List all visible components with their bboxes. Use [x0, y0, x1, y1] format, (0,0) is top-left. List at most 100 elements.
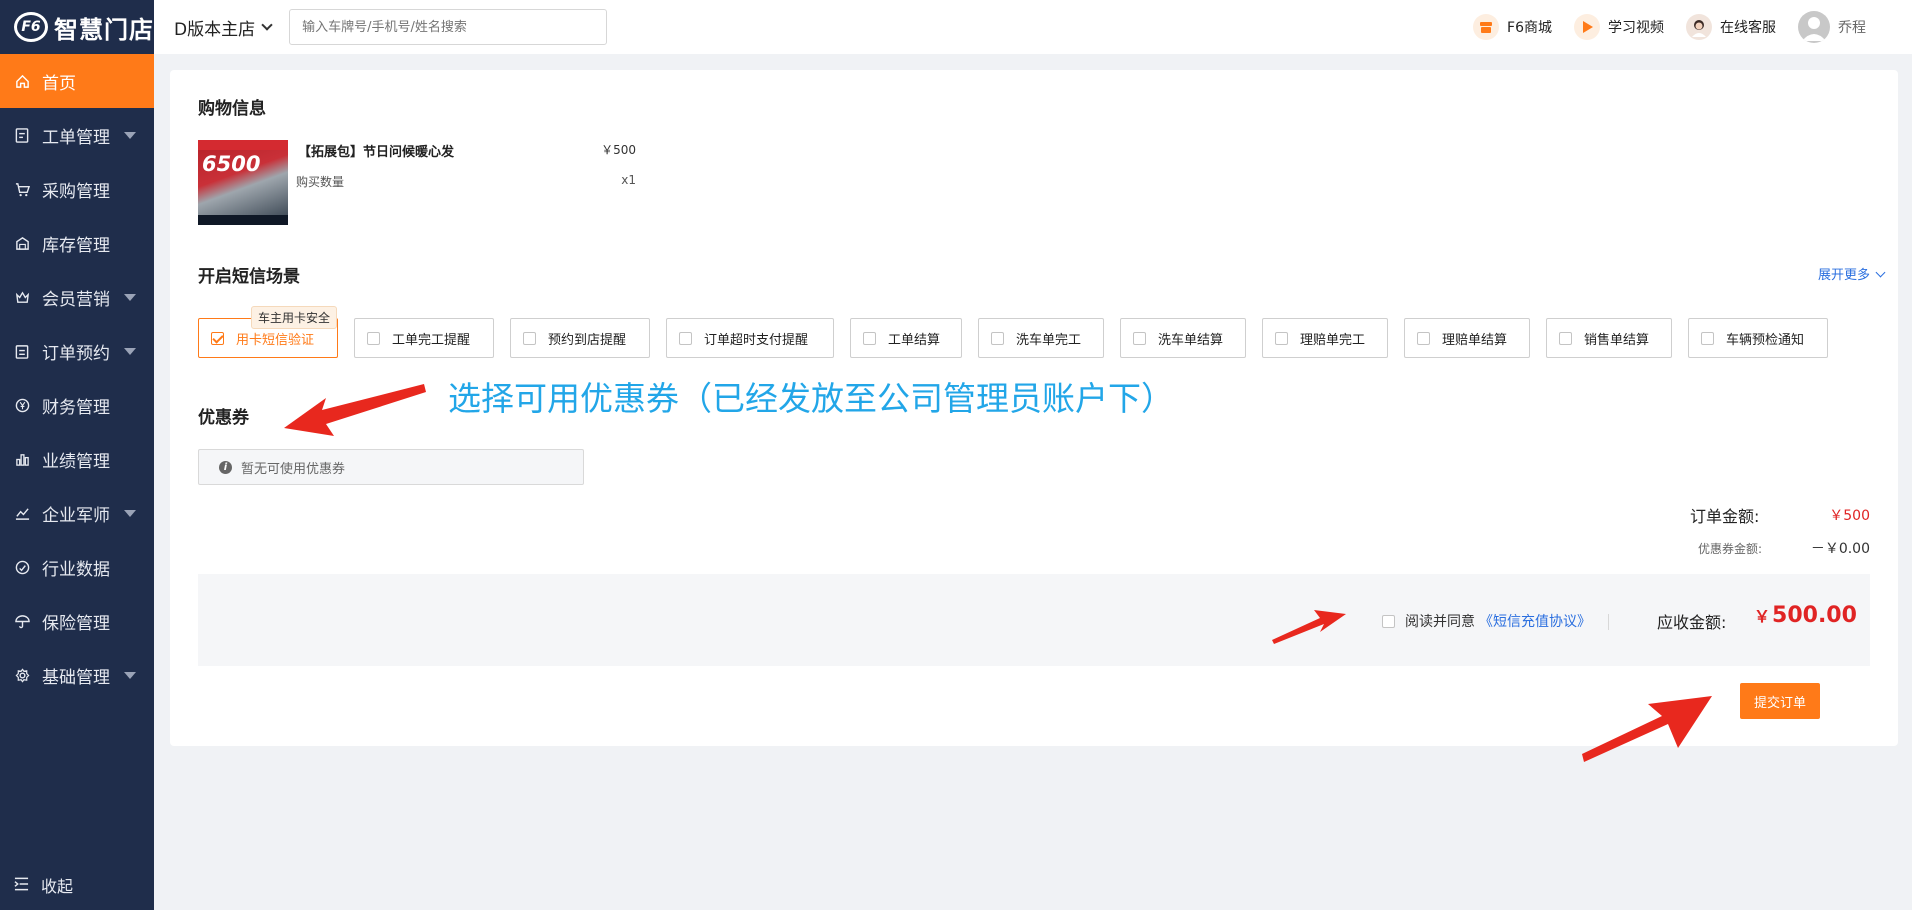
- sidebar-item-insurance[interactable]: 保险管理: [0, 594, 154, 648]
- sms-scene-sales-settle[interactable]: 销售单结算: [1546, 318, 1672, 358]
- scene-label: 工单完工提醒: [392, 332, 471, 348]
- top-right-actions: F6商城 学习视频 在线客服 乔程: [1451, 0, 1912, 54]
- checkbox-icon: [523, 331, 536, 345]
- coupon-empty-text: 暂无可使用优惠券: [241, 461, 346, 477]
- video-link[interactable]: 学习视频: [1574, 14, 1664, 40]
- calendar-icon: [14, 343, 30, 359]
- sidebar-item-booking[interactable]: 订单预约: [0, 324, 154, 378]
- sms-scene-payment-timeout[interactable]: 订单超时支付提醒: [666, 318, 834, 358]
- sidebar-menu: 首页 工单管理 采购管理 库存管理 会员营销 订单预约 财务管理 业绩管理 企业…: [0, 54, 154, 702]
- quantity-value: x1: [621, 173, 636, 187]
- mall-label: F6商城: [1507, 20, 1552, 36]
- order-card: 购物信息 6500 【拓展包】节日问候暖心发 ￥500 购买数量 x1 开启短信…: [170, 70, 1898, 746]
- expand-more-link[interactable]: 展开更多: [1818, 264, 1898, 283]
- sms-title: 开启短信场景: [198, 267, 300, 287]
- sidebar-item-label: 工单管理: [42, 127, 110, 148]
- scene-label: 销售单结算: [1584, 332, 1650, 348]
- sms-scene-card-verify[interactable]: 车主用卡安全 用卡短信验证: [198, 306, 338, 358]
- trend-icon: [14, 505, 30, 521]
- order-amount-label: 订单金额:: [1690, 507, 1760, 526]
- sms-scene-booking-reminder[interactable]: 预约到店提醒: [510, 318, 650, 358]
- avatar-icon: [1798, 11, 1830, 43]
- umbrella-icon: [14, 613, 30, 629]
- chevron-down-icon: [1875, 267, 1886, 278]
- clipboard-icon: [14, 127, 30, 143]
- sms-scene-claim-settle[interactable]: 理赔单结算: [1404, 318, 1530, 358]
- sidebar-item-membership[interactable]: 会员营销: [0, 270, 154, 324]
- sms-scene-precheck[interactable]: 车辆预检通知: [1688, 318, 1828, 358]
- caret-down-icon: [124, 672, 136, 679]
- sidebar-item-workorder[interactable]: 工单管理: [0, 108, 154, 162]
- yen-icon: [14, 397, 30, 413]
- sidebar-item-home[interactable]: 首页: [0, 54, 154, 108]
- scene-label: 车辆预检通知: [1726, 332, 1805, 348]
- checkbox-icon: [1417, 331, 1430, 345]
- sidebar-item-advisor[interactable]: 企业军师: [0, 486, 154, 540]
- sidebar-item-label: 会员营销: [42, 289, 110, 310]
- store-switcher[interactable]: D版本主店: [174, 15, 273, 40]
- checkbox-icon: [1382, 614, 1395, 628]
- checkbox-icon: [1133, 331, 1146, 345]
- search-input[interactable]: [289, 9, 608, 45]
- brand-logo[interactable]: F6 智慧门店: [0, 0, 154, 54]
- user-menu[interactable]: 乔程: [1798, 11, 1866, 43]
- scene-label: 工单结算: [888, 332, 941, 348]
- warehouse-icon: [14, 235, 30, 251]
- shopping-title: 购物信息: [198, 99, 266, 119]
- sms-scene-carwash-done[interactable]: 洗车单完工: [978, 318, 1104, 358]
- bar-chart-icon: [14, 451, 30, 467]
- sidebar-item-label: 财务管理: [42, 397, 110, 418]
- checkbox-icon: [863, 331, 876, 345]
- scene-label: 洗车单完工: [1016, 332, 1082, 348]
- product-name: 【拓展包】节日问候暖心发: [298, 145, 455, 160]
- sidebar-item-basic[interactable]: 基础管理: [0, 648, 154, 702]
- quantity-label: 购买数量: [296, 175, 345, 189]
- sms-scene-claim-done[interactable]: 理赔单完工: [1262, 318, 1388, 358]
- play-icon: [1574, 14, 1600, 40]
- submit-order-button[interactable]: 提交订单: [1740, 683, 1820, 719]
- service-link[interactable]: 在线客服: [1686, 14, 1776, 40]
- sidebar-item-inventory[interactable]: 库存管理: [0, 216, 154, 270]
- sidebar-item-industry-data[interactable]: 行业数据: [0, 540, 154, 594]
- sidebar-item-purchase[interactable]: 采购管理: [0, 162, 154, 216]
- annotation-text: 选择可用优惠券（已经发放至公司管理员账户下）: [448, 379, 1174, 418]
- sms-scene-workorder-done[interactable]: 工单完工提醒: [354, 318, 494, 358]
- checkbox-icon: [1275, 331, 1288, 345]
- scene-tag: 车主用卡安全: [251, 306, 338, 329]
- brand-name: 智慧门店: [54, 15, 154, 44]
- arrow-agreement-icon: [1272, 610, 1346, 644]
- mall-link[interactable]: F6商城: [1473, 14, 1552, 40]
- scene-label: 订单超时支付提醒: [704, 332, 809, 348]
- coupon-select[interactable]: i 暂无可使用优惠券: [198, 449, 584, 485]
- support-avatar-icon: [1686, 14, 1712, 40]
- sms-scene-workorder-settle[interactable]: 工单结算: [850, 318, 962, 358]
- video-label: 学习视频: [1608, 20, 1664, 36]
- sidebar-item-label: 业绩管理: [42, 451, 110, 472]
- checkbox-checked-icon: [211, 331, 224, 345]
- collapse-sidebar-button[interactable]: 收起: [0, 860, 154, 910]
- service-label: 在线客服: [1720, 20, 1776, 36]
- scene-label: 洗车单结算: [1158, 332, 1224, 348]
- receivable-label: 应收金额:: [1657, 613, 1727, 632]
- sidebar-item-performance[interactable]: 业绩管理: [0, 432, 154, 486]
- agreement-link[interactable]: 《短信充值协议》: [1479, 611, 1591, 631]
- checkbox-icon: [367, 331, 380, 345]
- agreement-checkbox[interactable]: 阅读并同意 《短信充值协议》: [1382, 611, 1591, 631]
- gauge-icon: [14, 559, 30, 575]
- crown-icon: [14, 289, 30, 305]
- caret-down-icon: [124, 294, 136, 301]
- payment-bar: 阅读并同意 《短信充值协议》 应收金额: ￥500.00: [198, 574, 1870, 666]
- sidebar-item-label: 基础管理: [42, 667, 110, 688]
- sidebar-item-finance[interactable]: 财务管理: [0, 378, 154, 432]
- product-image-footer: [198, 215, 288, 225]
- sidebar-item-label: 库存管理: [42, 235, 110, 256]
- receivable-value: 500.00: [1772, 603, 1857, 628]
- product-image: 6500: [198, 140, 288, 225]
- collapse-label: 收起: [41, 877, 74, 896]
- sidebar-item-label: 保险管理: [42, 613, 110, 634]
- product-price: ￥500: [601, 143, 636, 157]
- sidebar-item-label: 行业数据: [42, 559, 110, 580]
- sms-scene-carwash-settle[interactable]: 洗车单结算: [1120, 318, 1246, 358]
- expand-more-label: 展开更多: [1818, 268, 1871, 283]
- f6-logo-icon: F6: [14, 12, 48, 42]
